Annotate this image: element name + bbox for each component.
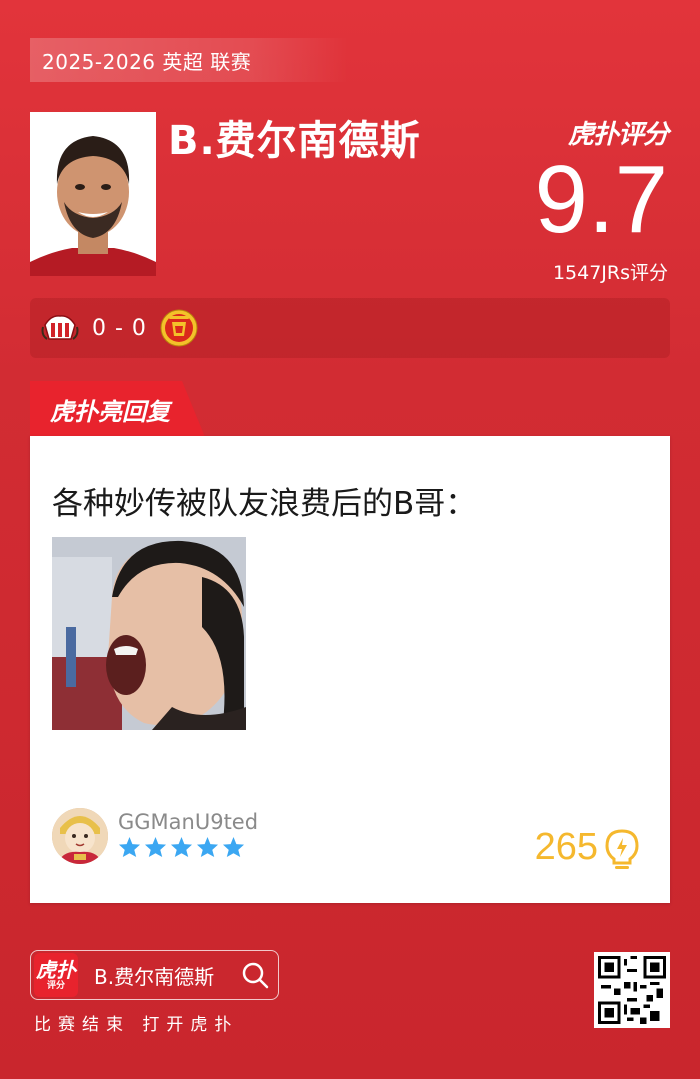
hot-reply-card[interactable]: 各种妙传被队友浪费后的B哥： GGManU9ted 265 xyxy=(30,436,670,903)
star-icon xyxy=(222,836,245,858)
star-icon xyxy=(196,836,219,858)
user-avatar[interactable] xyxy=(52,808,108,864)
logo-subtext: 评分 xyxy=(46,981,65,991)
user-rating-stars xyxy=(118,836,245,858)
player-score: 9.7 xyxy=(534,146,668,253)
hupu-app-logo: 虎扑 评分 xyxy=(34,953,78,997)
match-result-bar[interactable]: 0 - 0 xyxy=(30,298,670,358)
reply-text: 各种妙传被队友浪费后的B哥： xyxy=(52,486,477,522)
star-icon xyxy=(144,836,167,858)
meme-image[interactable] xyxy=(52,537,246,730)
manchester-united-badge-icon xyxy=(159,308,199,348)
lightbulb-icon[interactable] xyxy=(602,828,642,872)
star-icon xyxy=(118,836,141,858)
match-score: 0 - 0 xyxy=(92,315,147,341)
search-player-name: B.费尔南德斯 xyxy=(94,964,215,989)
player-name: B.费尔南德斯 xyxy=(168,118,421,164)
search-player-button[interactable]: 虎扑 评分 B.费尔南德斯 xyxy=(30,950,279,1000)
qr-code xyxy=(594,952,670,1028)
season-label: 2025-2026 英超 联赛 xyxy=(30,38,348,82)
sunderland-badge-icon xyxy=(40,308,80,348)
vote-count: 1547JRs评分 xyxy=(552,262,668,284)
season-text: 2025-2026 英超 联赛 xyxy=(42,49,252,74)
search-icon xyxy=(240,960,270,990)
like-count: 265 xyxy=(534,826,598,868)
username[interactable]: GGManU9ted xyxy=(118,810,258,834)
open-hupu-cta[interactable]: 比赛结束 打开虎扑 xyxy=(34,1010,238,1035)
logo-text: 虎扑 xyxy=(36,958,76,982)
star-icon xyxy=(170,836,193,858)
player-photo xyxy=(30,112,156,276)
hot-reply-tag: 虎扑亮回复 xyxy=(30,381,205,437)
